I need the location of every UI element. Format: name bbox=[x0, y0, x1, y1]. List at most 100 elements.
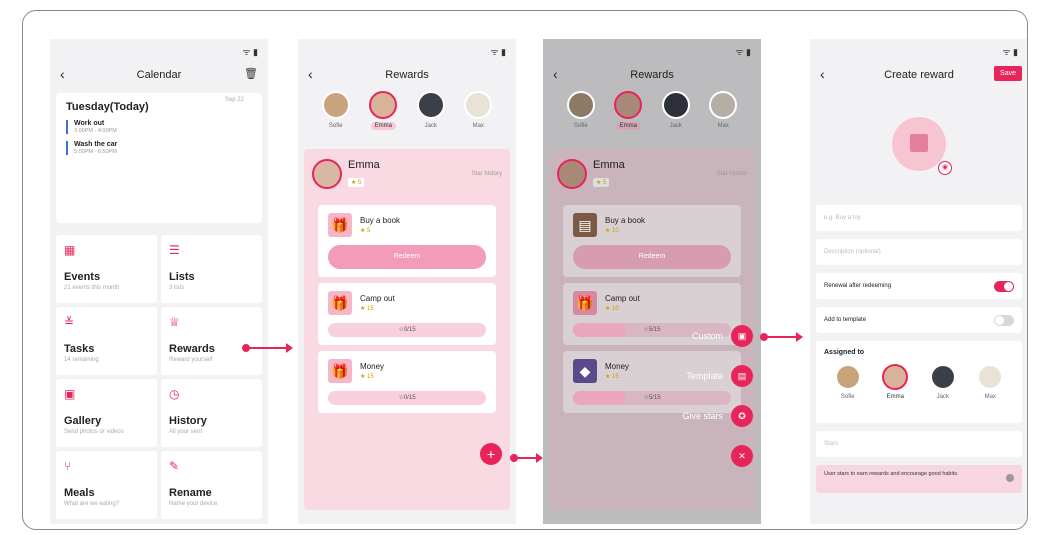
note-text: User stars to earn rewards and encourage… bbox=[824, 471, 959, 477]
description-input[interactable]: Description (optional) bbox=[816, 239, 1022, 265]
avatar-name: Emma bbox=[370, 122, 396, 130]
custom-reward-icon: ▣ bbox=[731, 325, 753, 347]
tile-meals[interactable]: ⑂ Meals What are we eating? bbox=[56, 451, 157, 519]
reward-card[interactable]: 🎁 Camp out ★ 15 ☆0/15 bbox=[318, 283, 496, 345]
camera-icon[interactable]: ◉ bbox=[938, 161, 952, 175]
trash-icon[interactable]: 🗑 bbox=[244, 67, 258, 80]
reward-progress: ☆0/15 bbox=[328, 391, 486, 405]
book-icon: ▤ bbox=[573, 213, 597, 237]
tile-sub: Reward yourself bbox=[169, 357, 213, 363]
event-item[interactable]: Work out 3:00PM - 4:00PM bbox=[66, 120, 252, 134]
page-title: Rewards bbox=[630, 69, 674, 81]
avatar-sofie[interactable]: Sofie bbox=[563, 91, 599, 130]
reward-photo[interactable]: ◉ bbox=[892, 117, 952, 175]
avatar-jack[interactable]: Jack bbox=[413, 91, 449, 130]
event-time: 3:00PM - 4:00PM bbox=[74, 128, 117, 134]
avatar bbox=[929, 364, 956, 390]
avatar-jack[interactable]: Jack bbox=[658, 91, 694, 130]
menu-custom[interactable]: Custom ▣ bbox=[692, 325, 753, 347]
avatar-name: Max bbox=[717, 123, 729, 129]
avatar bbox=[416, 91, 445, 119]
tile-rewards[interactable]: ♕ Rewards Reward yourself bbox=[161, 307, 262, 375]
back-icon[interactable]: ‹ bbox=[308, 66, 313, 82]
calendar-screen: ᯤ ▮ ‹ Calendar 🗑 Tuesday(Today) Sep 22 W… bbox=[50, 39, 268, 524]
renewal-toggle[interactable] bbox=[994, 281, 1014, 292]
avatar-max[interactable]: Max bbox=[460, 91, 496, 130]
avatar-name: Jack bbox=[669, 123, 682, 129]
reward-card[interactable]: 🎁 Money ★ 15 ☆0/15 bbox=[318, 351, 496, 413]
tile-name: History bbox=[169, 415, 207, 427]
reward-title: Money bbox=[360, 362, 385, 371]
assign-jack[interactable]: Jack bbox=[925, 364, 961, 401]
star-history-link[interactable]: Star history bbox=[472, 171, 502, 177]
reward-stars: ★ 15 bbox=[360, 374, 374, 380]
avatar-max[interactable]: Max bbox=[705, 91, 741, 130]
avatar bbox=[834, 364, 861, 390]
reward-card[interactable]: 🎁 Buy a book ★ 5 Redeem bbox=[318, 205, 496, 277]
info-icon[interactable] bbox=[1006, 474, 1014, 482]
assign-emma[interactable]: Emma bbox=[877, 364, 913, 401]
signal-battery-icon: ᯤ ▮ bbox=[490, 47, 506, 57]
rewards-nav: ‹ Rewards bbox=[298, 63, 516, 87]
star-history-link[interactable]: Star history bbox=[717, 171, 747, 177]
assign-max[interactable]: Max bbox=[972, 364, 1008, 401]
avatar-emma[interactable]: Emma bbox=[365, 91, 401, 130]
today-card[interactable]: Tuesday(Today) Sep 22 Work out 3:00PM - … bbox=[56, 93, 262, 223]
save-button[interactable]: Save bbox=[994, 66, 1022, 81]
flow-arrow bbox=[510, 453, 543, 463]
tile-sub: 14 remaining bbox=[64, 357, 99, 363]
redeem-button[interactable]: Redeem bbox=[573, 245, 731, 269]
selected-person: Emma ★ 5 Star history bbox=[304, 149, 510, 199]
avatar-emma[interactable]: Emma bbox=[610, 91, 646, 130]
reward-card[interactable]: ▤ Buy a book ★ 10 Redeem bbox=[563, 205, 741, 277]
tasks-icon: ≚ bbox=[64, 315, 75, 329]
person-name: Emma bbox=[348, 159, 380, 171]
reward-name-input[interactable]: e.g. Buy a toy bbox=[816, 205, 1022, 231]
reward-title: Buy a book bbox=[605, 216, 646, 225]
reward-stars: ★ 5 bbox=[360, 228, 371, 234]
template-toggle[interactable] bbox=[994, 315, 1014, 326]
signal-battery-icon: ᯤ ▮ bbox=[1002, 47, 1018, 57]
menu-template[interactable]: Template ▤ bbox=[686, 365, 753, 387]
avatar bbox=[882, 364, 909, 390]
renewal-row: Renewal after redeeming bbox=[816, 273, 1022, 299]
back-icon[interactable]: ‹ bbox=[60, 66, 65, 82]
tile-sub: 21 events this month bbox=[64, 285, 120, 291]
redeem-button[interactable]: Redeem bbox=[328, 245, 486, 269]
selected-person: Emma ★ 5 Star history bbox=[549, 149, 755, 199]
template-row: Add to template bbox=[816, 307, 1022, 333]
menu-label: Template bbox=[686, 371, 723, 381]
page-title: Create reward bbox=[884, 69, 954, 81]
info-note: User stars to earn rewards and encourage… bbox=[816, 465, 1022, 493]
tile-history[interactable]: ◷ History All your sent bbox=[161, 379, 262, 447]
flow-arrow bbox=[760, 332, 803, 342]
gift-icon: 🎁 bbox=[328, 213, 352, 237]
tile-gallery[interactable]: ▣ Gallery Send photos or videos bbox=[56, 379, 157, 447]
event-item[interactable]: Wash the car 5:00PM - 6:50PM bbox=[66, 141, 252, 155]
rewards-nav: ‹ Rewards bbox=[543, 63, 761, 87]
add-button[interactable]: + bbox=[480, 443, 502, 465]
reward-stars: ★ 15 bbox=[605, 374, 619, 380]
reward-title: Camp out bbox=[605, 294, 640, 303]
reward-title: Buy a book bbox=[360, 216, 401, 225]
progress-text: ☆5/15 bbox=[643, 327, 661, 333]
menu-close[interactable]: ✕ bbox=[731, 445, 753, 467]
tile-name: Rename bbox=[169, 487, 212, 499]
tile-events[interactable]: ▦ Events 21 events this month bbox=[56, 235, 157, 303]
assign-sofie[interactable]: Sofie bbox=[830, 364, 866, 401]
gift-icon: 🎁 bbox=[328, 359, 352, 383]
reward-title: Money bbox=[605, 362, 630, 371]
avatar bbox=[557, 159, 587, 189]
tile-lists[interactable]: ☰ Lists 3 lists bbox=[161, 235, 262, 303]
back-icon[interactable]: ‹ bbox=[820, 66, 825, 82]
tile-tasks[interactable]: ≚ Tasks 14 remaining bbox=[56, 307, 157, 375]
stars-input[interactable]: Stars bbox=[816, 431, 1022, 457]
avatar-sofie[interactable]: Sofie bbox=[318, 91, 354, 130]
back-icon[interactable]: ‹ bbox=[553, 66, 558, 82]
showcase-frame: ᯤ ▮ ‹ Calendar 🗑 Tuesday(Today) Sep 22 W… bbox=[22, 10, 1028, 530]
tile-rename[interactable]: ✎ Rename Name your device bbox=[161, 451, 262, 519]
menu-label: Give stars bbox=[682, 411, 723, 421]
menu-give-stars[interactable]: Give stars ✪ bbox=[682, 405, 753, 427]
person-stars: ★ 5 bbox=[593, 178, 610, 187]
avatar bbox=[977, 364, 1004, 390]
